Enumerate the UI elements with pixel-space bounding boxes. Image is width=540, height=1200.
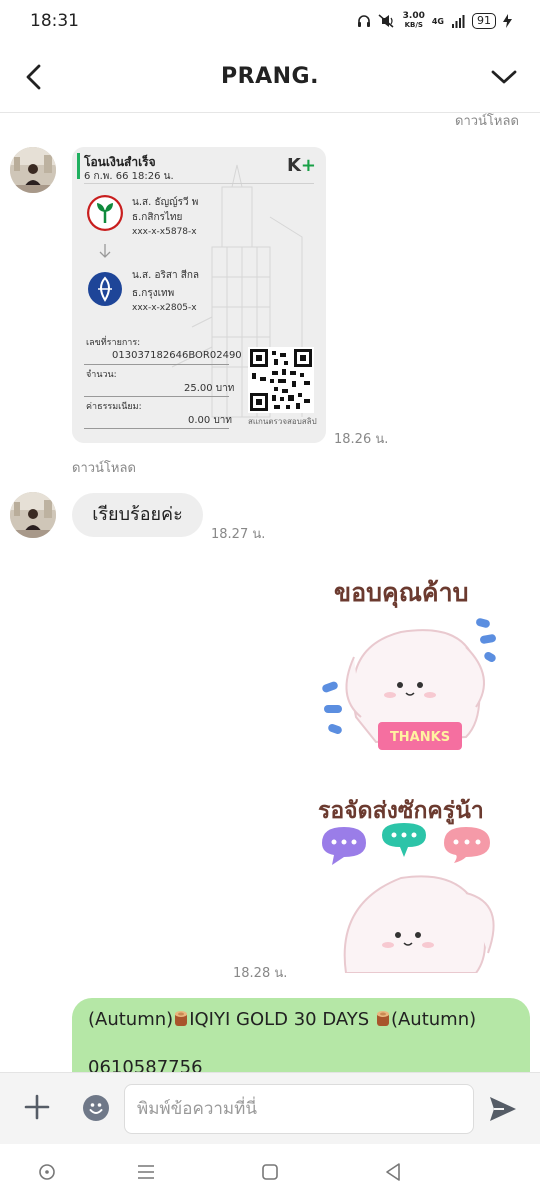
ref-value: 013037182646BOR02490 xyxy=(112,350,242,361)
transfer-slip-image[interactable]: โอนเงินสำเร็จ 6 ก.พ. 66 18:26 น. K+ น.ส.… xyxy=(72,147,326,443)
system-nav-bar xyxy=(0,1144,540,1200)
plus-icon[interactable] xyxy=(22,1092,52,1122)
incoming-message[interactable]: เรียบร้อยค่ะ xyxy=(72,493,203,537)
nav-back-icon[interactable] xyxy=(379,1158,407,1186)
send-icon[interactable] xyxy=(488,1095,518,1123)
chat-messages[interactable]: ดาวน์โหลด โอนเงินสำเร็จ 6 ก.พ. 66 18:26 … xyxy=(0,112,540,1072)
assistant-circle-icon[interactable] xyxy=(33,1158,61,1186)
chevron-down-icon[interactable] xyxy=(488,60,520,94)
message-input[interactable] xyxy=(124,1084,474,1134)
sender-bank: ธ.กสิกรไทย xyxy=(132,212,183,223)
arrow-down-icon xyxy=(99,244,111,258)
wait-sticker[interactable]: รอจัดส่งซักครู่น้า xyxy=(316,787,526,973)
fee-underline xyxy=(84,428,229,429)
log-emoji-icon xyxy=(376,1011,389,1026)
emoji-icon[interactable] xyxy=(83,1095,109,1121)
amount-value: 25.00 บาท xyxy=(184,383,235,394)
receiver-bank: ธ.กรุงเทพ xyxy=(132,288,175,299)
ref-underline xyxy=(84,364,229,365)
emoticon-autumn-text: (Autumn) xyxy=(88,1009,174,1030)
message-input-bar xyxy=(0,1072,540,1145)
contact-avatar[interactable] xyxy=(10,147,56,193)
emoticon-autumn-text: (Autumn) xyxy=(390,1009,477,1030)
message-product-text: IQIYI GOLD 30 DAYS xyxy=(189,1009,375,1030)
download-link-top[interactable]: ดาวน์โหลด xyxy=(455,112,519,131)
amount-underline xyxy=(84,396,229,397)
download-link[interactable]: ดาวน์โหลด xyxy=(72,457,136,478)
fee-label: ค่าธรรมเนียม: xyxy=(86,402,142,412)
net-speed: 3.00 KB/S xyxy=(403,12,425,30)
status-icons: 3.00 KB/S 4G 91 xyxy=(357,12,512,30)
reply-time: 18.27 น. xyxy=(211,527,266,542)
log-emoji-icon xyxy=(175,1011,188,1026)
battery-indicator: 91 xyxy=(472,13,496,29)
receiver-name: น.ส. อริสา สีกล xyxy=(132,270,200,281)
slip-divider xyxy=(84,183,314,184)
receiver-account: xxx-x-x2805-x xyxy=(132,303,197,313)
sticker-banner-text: THANKS xyxy=(390,730,450,745)
ref-label: เลขที่รายการ: xyxy=(86,338,141,348)
outgoing-line-2: 0610587756 xyxy=(88,1057,203,1072)
contact-avatar[interactable] xyxy=(10,492,56,538)
net-speed-unit: KB/S xyxy=(404,21,423,29)
signal-icon xyxy=(452,14,465,28)
kplus-logo: K+ xyxy=(286,155,316,176)
thanks-sticker[interactable]: ขอบคุณค้าบ THANKS xyxy=(316,567,526,767)
status-time: 18:31 xyxy=(30,11,79,31)
bangkok-bank-logo xyxy=(88,272,122,306)
signal-label: 4G xyxy=(431,16,444,26)
outgoing-message[interactable]: (Autumn) IQIYI GOLD 30 DAYS (Autumn) 0610… xyxy=(72,998,530,1072)
home-icon[interactable] xyxy=(256,1158,284,1186)
outgoing-line-1: (Autumn) IQIYI GOLD 30 DAYS (Autumn) xyxy=(88,1009,476,1030)
kasikorn-bank-logo xyxy=(87,195,123,231)
headphones-icon xyxy=(357,15,370,27)
qr-code xyxy=(248,347,314,413)
chat-title[interactable]: PRANG. xyxy=(0,64,540,89)
net-speed-value: 3.00 xyxy=(402,11,425,21)
recent-apps-icon[interactable] xyxy=(132,1158,160,1186)
mute-icon xyxy=(378,14,394,28)
slip-date: 6 ก.พ. 66 18:26 น. xyxy=(84,171,174,182)
avatar-photo xyxy=(10,147,56,193)
qr-caption: สแกนตรวจสอบสลิป xyxy=(248,417,317,426)
charging-icon xyxy=(503,14,512,28)
avatar-photo xyxy=(10,492,56,538)
chat-header: PRANG. xyxy=(0,44,540,113)
bunny-thanks-illustration: THANKS xyxy=(322,618,496,750)
amount-label: จำนวน: xyxy=(86,370,117,380)
status-bar: 18:31 3.00 KB/S 4G 91 xyxy=(0,0,540,44)
slip-time: 18.26 น. xyxy=(334,432,389,447)
bunny-wait-illustration xyxy=(322,823,495,973)
sender-account: xxx-x-x5878-x xyxy=(132,227,197,237)
slip-title-bar xyxy=(77,153,80,179)
sticker-time: 18.28 น. xyxy=(233,966,288,981)
fee-value: 0.00 บาท xyxy=(188,415,232,426)
sender-name: น.ส. ธัญญ์รวี พ xyxy=(132,197,199,208)
